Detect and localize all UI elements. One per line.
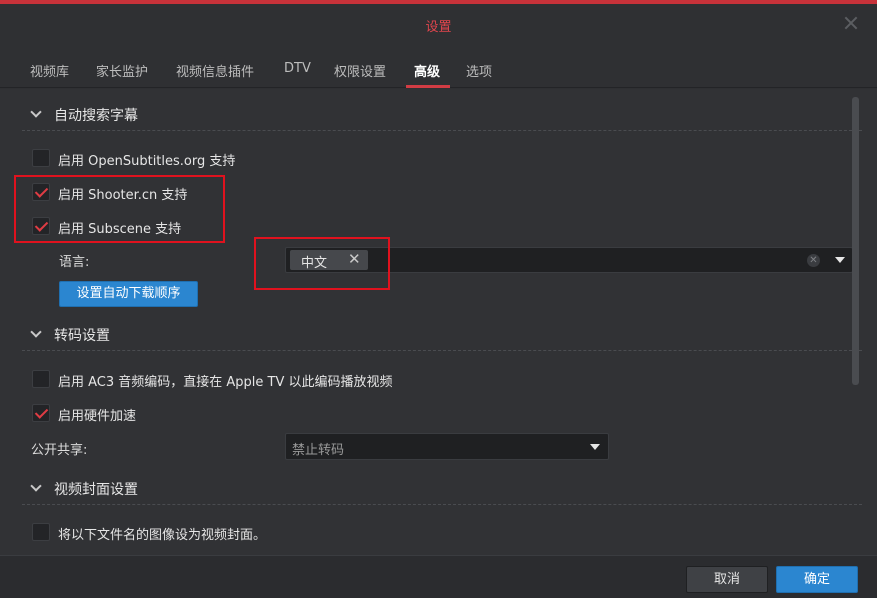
section-title: 自动搜索字幕 — [54, 108, 138, 124]
annotation-box-subtitle-sources — [14, 175, 225, 243]
filename-cover-checkbox[interactable] — [32, 523, 50, 541]
title-bar: 设置 — [0, 4, 877, 44]
language-label: 语言: — [59, 255, 90, 270]
tab-options[interactable]: 选项 — [466, 61, 492, 80]
section-transcode-header[interactable]: 转码设置 — [22, 315, 862, 351]
section-title: 转码设置 — [54, 328, 110, 344]
cancel-button[interactable]: 取消 — [686, 566, 768, 593]
chevron-down-icon — [30, 480, 42, 492]
ok-button[interactable]: 确定 — [776, 566, 858, 593]
section-title: 视频封面设置 — [54, 482, 138, 498]
hwaccel-checkbox[interactable] — [32, 404, 50, 422]
section-cover-header[interactable]: 视频封面设置 — [22, 469, 862, 505]
public-share-value: 禁止转码 — [292, 443, 345, 458]
tab-bar: 视频库 家长监护 视频信息插件 DTV 权限设置 高级 选项 — [0, 44, 877, 88]
dialog-footer: 取消 确定 — [0, 555, 877, 598]
settings-panel: 自动搜索字幕 启用 OpenSubtitles.org 支持 启用 Shoote… — [0, 89, 877, 555]
tab-video-info-plugin[interactable]: 视频信息插件 — [176, 61, 254, 80]
vertical-scrollbar[interactable] — [852, 97, 859, 385]
tab-advanced[interactable]: 高级 — [414, 61, 440, 80]
tab-permissions[interactable]: 权限设置 — [334, 61, 386, 80]
dropdown-caret-icon[interactable] — [835, 257, 845, 263]
active-tab-indicator — [406, 85, 450, 88]
set-download-order-button[interactable]: 设置自动下载顺序 — [59, 281, 198, 307]
tab-parental-control[interactable]: 家长监护 — [96, 61, 148, 80]
clear-icon[interactable]: ✕ — [807, 254, 820, 267]
dropdown-caret-icon — [590, 444, 600, 450]
public-share-label: 公开共享: — [31, 443, 88, 458]
section-subtitles-header[interactable]: 自动搜索字幕 — [22, 95, 862, 131]
filename-cover-label: 将以下文件名的图像设为视频封面。 — [58, 528, 267, 543]
opensubtitles-checkbox[interactable] — [32, 149, 50, 167]
opensubtitles-label: 启用 OpenSubtitles.org 支持 — [58, 154, 236, 169]
annotation-box-language — [254, 237, 390, 290]
chevron-down-icon — [30, 326, 42, 338]
tab-dtv[interactable]: DTV — [284, 61, 311, 76]
ac3-label: 启用 AC3 音频编码，直接在 Apple TV 以此编码播放视频 — [58, 375, 393, 390]
ac3-checkbox[interactable] — [32, 370, 50, 388]
chevron-down-icon — [30, 106, 42, 118]
public-share-select[interactable]: 禁止转码 — [285, 433, 609, 460]
window-title: 设置 — [425, 20, 452, 35]
close-icon[interactable] — [843, 15, 859, 31]
tab-video-library[interactable]: 视频库 — [30, 61, 69, 80]
hwaccel-label: 启用硬件加速 — [58, 409, 137, 424]
